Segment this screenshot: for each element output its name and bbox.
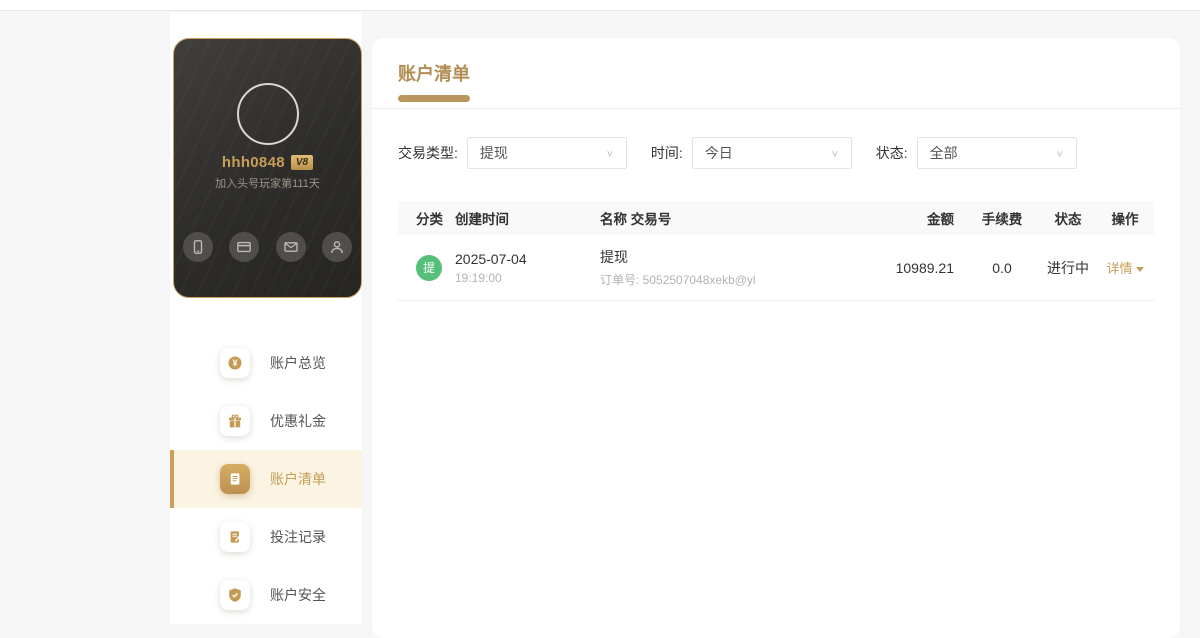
- row-time: 19:19:00: [455, 270, 502, 285]
- statement-icon: [220, 464, 250, 494]
- page-title: 账户清单: [398, 64, 470, 84]
- details-link-label: 详情: [1106, 260, 1133, 276]
- sidebar-item-account-security[interactable]: 账户安全: [170, 566, 362, 624]
- joined-days-text: 加入头号玩家第111天: [215, 178, 320, 190]
- table-row: 提 2025-07-04 19:19:00 提现 订单号: 5052507048…: [398, 235, 1154, 301]
- filter-status-value: 全部: [929, 145, 958, 161]
- phone-icon[interactable]: [183, 232, 213, 262]
- col-header-name: 名称 交易号: [600, 212, 672, 227]
- sidebar-item-label: 优惠礼金: [270, 413, 326, 429]
- filter-time-select[interactable]: 今日 ∨: [691, 137, 852, 169]
- sidebar-menu: ¥ 账户总览 优惠礼金 账户清单 投注记录 账户安全: [170, 334, 362, 624]
- title-underline: [398, 95, 470, 102]
- mail-icon[interactable]: [275, 232, 306, 262]
- username: hhh0848: [221, 154, 285, 171]
- gift-icon: [220, 406, 250, 436]
- col-header-category: 分类: [416, 212, 443, 227]
- profile-card: hhh0848 V8 加入头号玩家第111天: [173, 38, 362, 298]
- main-panel: 账户清单 交易类型: 提现 ∨ 时间: 今日 ∨ 状态: 全部 ∨ 分类 创建时…: [372, 38, 1180, 638]
- sidebar-item-promotions[interactable]: 优惠礼金: [170, 392, 362, 450]
- filter-time-value: 今日: [704, 145, 733, 161]
- caret-down-icon: [1135, 266, 1144, 272]
- top-divider-bar: [0, 0, 1200, 11]
- sidebar-item-label: 账户安全: [270, 587, 326, 603]
- bank-card-icon[interactable]: [229, 232, 260, 262]
- filter-type-select[interactable]: 提现 ∨: [466, 137, 627, 169]
- col-header-amount: 金额: [927, 212, 954, 227]
- filter-type-value: 提现: [479, 145, 508, 161]
- header-divider: [372, 108, 1180, 109]
- sidebar-item-account-overview[interactable]: ¥ 账户总览: [170, 334, 362, 392]
- vip-level-badge: V8: [290, 155, 314, 170]
- svg-text:¥: ¥: [232, 358, 237, 368]
- col-header-action: 操作: [1111, 212, 1139, 227]
- withdraw-category-badge: 提: [416, 254, 442, 281]
- transactions-table: 分类 创建时间 名称 交易号 金额 手续费 状态 操作 提 2025-07-04…: [398, 201, 1154, 301]
- avatar: [236, 83, 299, 145]
- row-fee: 0.0: [992, 259, 1012, 276]
- row-date: 2025-07-04: [455, 250, 527, 267]
- col-header-status: 状态: [1054, 212, 1082, 227]
- row-name: 提现: [600, 249, 628, 265]
- sidebar-item-account-statement[interactable]: 账户清单: [170, 450, 362, 508]
- table-header-row: 分类 创建时间 名称 交易号 金额 手续费 状态 操作: [398, 201, 1154, 235]
- page: ¥ 账户总览 优惠礼金 账户清单 投注记录 账户安全 hhh0848 V8 加入…: [0, 0, 1200, 638]
- details-link[interactable]: 详情: [1106, 260, 1144, 276]
- active-indicator-bar: [170, 450, 174, 508]
- filter-status-select[interactable]: 全部 ∨: [916, 137, 1077, 169]
- sidebar-item-label: 投注记录: [270, 529, 326, 545]
- profile-quick-actions: [183, 232, 352, 262]
- chevron-down-icon: ∨: [830, 148, 839, 159]
- sidebar-item-bet-records[interactable]: 投注记录: [170, 508, 362, 566]
- col-header-fee: 手续费: [981, 212, 1023, 227]
- row-amount: 10989.21: [895, 259, 954, 276]
- shield-icon: [220, 580, 250, 610]
- col-header-created: 创建时间: [455, 212, 509, 227]
- row-status: 进行中: [1047, 259, 1089, 276]
- record-icon: [220, 522, 250, 552]
- filter-time-label: 时间:: [650, 145, 683, 161]
- filter-type-label: 交易类型:: [398, 145, 458, 161]
- user-icon[interactable]: [321, 232, 352, 262]
- chevron-down-icon: ∨: [1055, 148, 1064, 159]
- row-order-number: 订单号: 5052507048xekb@yl: [600, 273, 756, 287]
- sidebar-item-label: 账户总览: [270, 355, 326, 371]
- chevron-down-icon: ∨: [605, 148, 614, 159]
- sidebar-item-label: 账户清单: [270, 471, 326, 487]
- filter-bar: 交易类型: 提现 ∨ 时间: 今日 ∨ 状态: 全部 ∨: [398, 137, 1180, 169]
- filter-status-label: 状态:: [875, 145, 908, 161]
- coin-icon: ¥: [220, 348, 250, 378]
